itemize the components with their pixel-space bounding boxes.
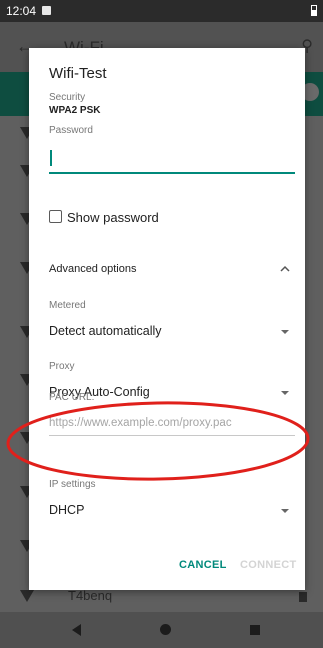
navigation-bar [0, 612, 323, 648]
background-network-name: T4benq [68, 588, 113, 603]
text-cursor [50, 150, 52, 166]
advanced-options-label[interactable]: Advanced options [49, 263, 136, 275]
background-lock-icon [299, 592, 307, 602]
security-value: WPA2 PSK [49, 105, 101, 116]
dropdown-arrow-icon [281, 330, 289, 334]
dialog-title: Wifi-Test [49, 65, 107, 82]
ip-settings-label: IP settings [49, 479, 96, 490]
nav-back-icon[interactable] [72, 624, 81, 636]
proxy-label: Proxy [49, 361, 75, 372]
security-label: Security [49, 92, 86, 103]
dropdown-arrow-icon [281, 391, 289, 395]
password-label: Password [49, 125, 93, 136]
ip-settings-value: DHCP [49, 503, 85, 517]
dropdown-arrow-icon [281, 509, 289, 513]
wifi-connect-dialog: Wifi-Test Security WPA2 PSK Password Sho… [29, 48, 305, 590]
status-time: 12:04 [6, 4, 37, 18]
cancel-button[interactable]: CANCEL [179, 559, 227, 571]
nav-recents-icon[interactable] [250, 625, 260, 635]
password-field[interactable] [49, 146, 295, 174]
notification-icon [42, 6, 51, 15]
metered-dropdown[interactable]: Detect automatically [49, 324, 289, 344]
metered-label: Metered [49, 300, 86, 311]
pac-url-label: PAC URL: [49, 392, 95, 403]
background-wifi-icon [20, 590, 34, 602]
show-password-label[interactable]: Show password [67, 210, 159, 225]
nav-home-icon[interactable] [160, 624, 171, 635]
pac-url-input[interactable] [49, 410, 295, 436]
metered-value: Detect automatically [49, 324, 162, 338]
battery-icon [311, 5, 317, 16]
chevron-up-icon[interactable] [279, 263, 291, 275]
show-password-checkbox[interactable] [49, 210, 62, 223]
ip-settings-dropdown[interactable]: DHCP [49, 503, 289, 523]
status-bar: 12:04 [0, 0, 323, 22]
connect-button[interactable]: CONNECT [240, 559, 297, 571]
